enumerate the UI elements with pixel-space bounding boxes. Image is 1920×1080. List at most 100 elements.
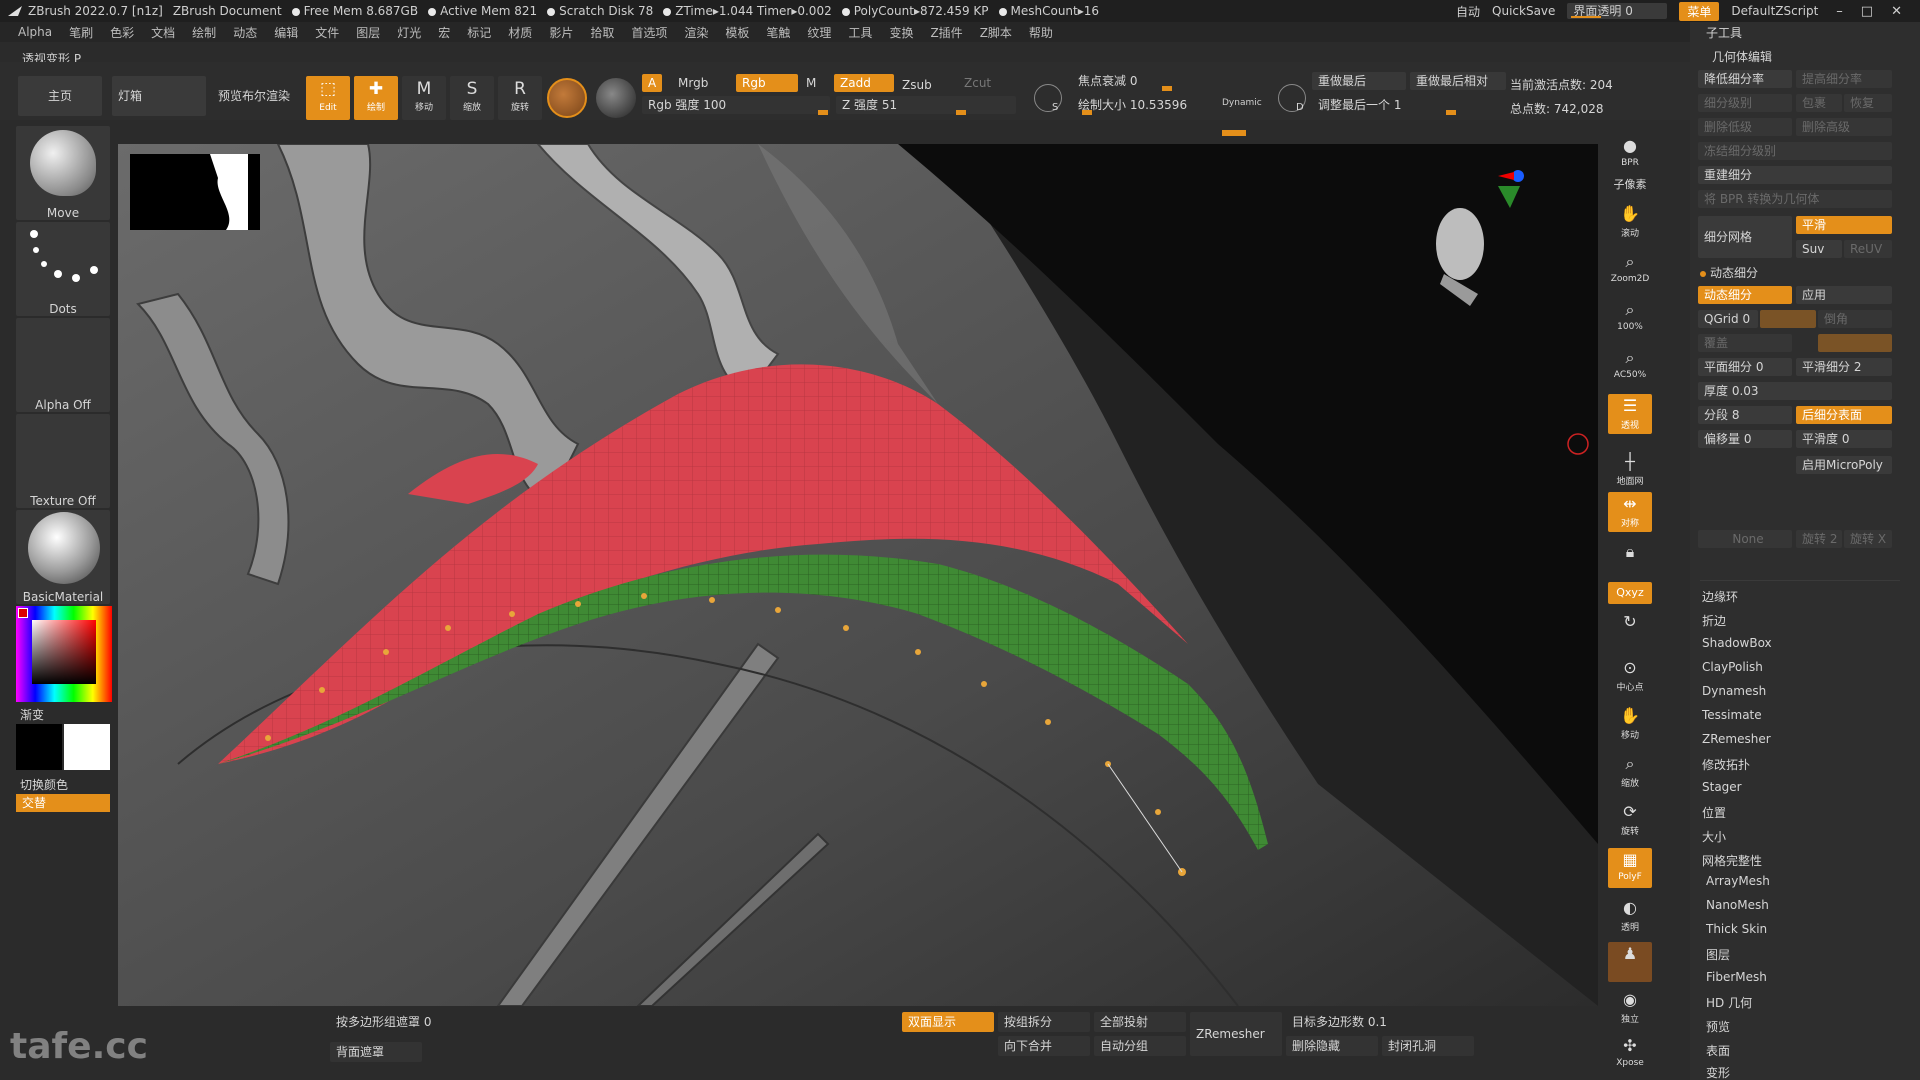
mrgb-toggle[interactable]: Mrgb [672, 74, 714, 92]
subpixel-slider[interactable]: 子像素 [1608, 176, 1652, 198]
rotate-x-toggle[interactable]: 旋转 X [1844, 530, 1892, 548]
menu-item-7[interactable]: 文件 [315, 24, 339, 41]
divide-button[interactable]: 细分网格 [1698, 216, 1792, 258]
ac50-button[interactable]: ⌕ AC50% [1608, 346, 1652, 386]
adjust-last-slider[interactable]: 调整最后一个 1 [1312, 96, 1506, 115]
zoom-view-button[interactable]: ⌕ 缩放 [1608, 752, 1652, 792]
menu-item-10[interactable]: 宏 [438, 24, 450, 41]
menu-item-22[interactable]: Z插件 [930, 24, 962, 41]
menu-item-15[interactable]: 首选项 [631, 24, 667, 41]
transparency-button[interactable]: ◐ 透明 [1608, 896, 1652, 936]
smoothness-slider[interactable]: 平滑度 0 [1796, 430, 1892, 448]
bpr-button[interactable]: ● BPR [1608, 134, 1652, 174]
actual-size-button[interactable]: ⌕ 100% [1608, 298, 1652, 338]
zsub-toggle[interactable]: Zsub [896, 76, 938, 94]
delete-higher-button[interactable]: 删除高级 [1796, 118, 1892, 136]
freeze-subdiv-button[interactable]: 冻结细分级别 [1698, 142, 1892, 160]
nanomesh-section[interactable]: NanoMesh [1706, 898, 1769, 912]
target-polygons-slider[interactable]: 目标多边形数 0.1 [1286, 1012, 1464, 1032]
secondary-color-swatch[interactable] [64, 724, 110, 770]
chamfer-toggle[interactable]: 倒角 [1818, 310, 1892, 328]
apply-button[interactable]: 应用 [1796, 286, 1892, 304]
3d-viewport[interactable] [118, 144, 1598, 1006]
preview-boolean-button[interactable]: 预览布尔渲染 [212, 76, 296, 116]
split-by-groups-button[interactable]: 按组拆分 [998, 1012, 1090, 1032]
dynamic-label[interactable]: Dynamic [1222, 98, 1262, 108]
menu-item-16[interactable]: 渲染 [684, 24, 708, 41]
replay-last-button[interactable]: 重做最后 [1312, 72, 1406, 90]
lightbox-button[interactable]: 灯箱 [112, 76, 206, 116]
replay-last-relative-button[interactable]: 重做最后相对 [1410, 72, 1506, 90]
a-toggle[interactable]: A [642, 74, 663, 92]
menu-item-11[interactable]: 标记 [467, 24, 491, 41]
menu-button[interactable]: 菜单 [1679, 1, 1720, 21]
menu-item-23[interactable]: Z脚本 [980, 24, 1012, 41]
menu-item-20[interactable]: 工具 [848, 24, 872, 41]
menu-item-18[interactable]: 笔触 [766, 24, 790, 41]
flat-subdiv-slider[interactable]: 平面细分 0 [1698, 358, 1792, 376]
reuv-toggle[interactable]: ReUV [1844, 240, 1892, 258]
thick-skin-section[interactable]: Thick Skin [1706, 922, 1767, 936]
menu-item-2[interactable]: 色彩 [110, 24, 134, 41]
tessimate-section[interactable]: Tessimate [1702, 708, 1762, 722]
enable-micropoly-toggle[interactable]: 启用MicroPoly [1796, 456, 1892, 474]
restore-button[interactable]: 恢复 [1844, 94, 1892, 112]
post-subdiv-surface-toggle[interactable]: 后细分表面 [1796, 406, 1892, 424]
coverage-slider[interactable]: 覆盖 [1698, 334, 1792, 352]
perspective-button[interactable]: ☰ 透视 [1608, 394, 1652, 434]
higher-res-button[interactable]: 提高细分率 [1796, 70, 1892, 88]
alpha-selector[interactable]: Alpha Off [16, 318, 110, 412]
geometry-header[interactable]: 几何体编辑 [1712, 48, 1772, 65]
menu-item-3[interactable]: 文档 [151, 24, 175, 41]
draw-mode-button[interactable]: ✚ 绘制 [354, 76, 398, 120]
menu-item-21[interactable]: 变换 [889, 24, 913, 41]
layers-section[interactable]: 图层 [1706, 946, 1730, 963]
auto-label[interactable]: 自动 [1456, 3, 1480, 20]
segments-slider[interactable]: 分段 8 [1698, 406, 1792, 424]
thickness-slider[interactable]: 厚度 0.03 [1698, 382, 1892, 400]
subtool-header[interactable]: 子工具 [1706, 24, 1742, 41]
claypolish-section[interactable]: ClayPolish [1702, 660, 1763, 674]
menu-item-4[interactable]: 绘制 [192, 24, 216, 41]
menu-item-24[interactable]: 帮助 [1029, 24, 1053, 41]
brush-selector[interactable]: Move [16, 126, 110, 220]
cage-button[interactable]: 包裹 [1796, 94, 1842, 112]
position-section[interactable]: 位置 [1702, 804, 1726, 821]
menu-item-13[interactable]: 影片 [549, 24, 573, 41]
close-icon[interactable]: ✕ [1891, 4, 1908, 19]
modify-topology-section[interactable]: 修改拓扑 [1702, 756, 1750, 773]
material-sphere-icon[interactable] [547, 78, 587, 118]
menu-item-6[interactable]: 编辑 [274, 24, 298, 41]
focal-shift-slider[interactable]: 焦点衰减 0 [1072, 72, 1220, 91]
ghost-button[interactable]: ♟ [1608, 942, 1652, 982]
stager-section[interactable]: Stager [1702, 780, 1742, 794]
zremesher-section[interactable]: ZRemesher [1702, 732, 1771, 746]
crease-section[interactable]: 折边 [1702, 612, 1726, 629]
smooth-subdiv-slider[interactable]: 平滑细分 2 [1796, 358, 1892, 376]
dynamic-subdiv-toggle[interactable]: 动态细分 [1698, 286, 1792, 304]
preview-section[interactable]: 预览 [1706, 1018, 1730, 1035]
texture-selector[interactable]: Texture Off [16, 414, 110, 508]
menu-item-8[interactable]: 图层 [356, 24, 380, 41]
rgb-intensity-slider[interactable]: Rgb 强度 100 [642, 96, 830, 115]
menu-item-12[interactable]: 材质 [508, 24, 532, 41]
shading-sphere-icon[interactable] [596, 78, 636, 118]
edge-loop-section[interactable]: 边缘环 [1702, 588, 1738, 605]
solo-button[interactable]: ◉ 独立 [1608, 988, 1652, 1028]
offset-slider[interactable]: 偏移量 0 [1698, 430, 1792, 448]
backface-mask-toggle[interactable]: 背面遮罩 [330, 1042, 422, 1062]
xyz-rotation-toggle[interactable]: Qxyz [1608, 582, 1652, 604]
merge-down-button[interactable]: 向下合并 [998, 1036, 1090, 1056]
close-holes-button[interactable]: 封闭孔洞 [1382, 1036, 1474, 1056]
qgrid-toggle-icon[interactable] [1760, 310, 1816, 328]
zadd-toggle[interactable]: Zadd [834, 74, 894, 92]
project-all-button[interactable]: 全部投射 [1094, 1012, 1186, 1032]
dynamic-subdiv-header[interactable]: 动态细分 [1700, 264, 1758, 281]
mesh-integrity-section[interactable]: 网格完整性 [1702, 852, 1762, 869]
suv-toggle[interactable]: Suv [1796, 240, 1842, 258]
double-sided-toggle[interactable]: 双面显示 [902, 1012, 994, 1032]
zoom2d-button[interactable]: ⌕ Zoom2D [1608, 250, 1652, 290]
bpr-to-geometry-button[interactable]: 将 BPR 转换为几何体 [1698, 190, 1892, 208]
zcut-toggle[interactable]: Zcut [958, 74, 997, 92]
qgrid-slider[interactable]: QGrid 0 [1698, 310, 1758, 328]
